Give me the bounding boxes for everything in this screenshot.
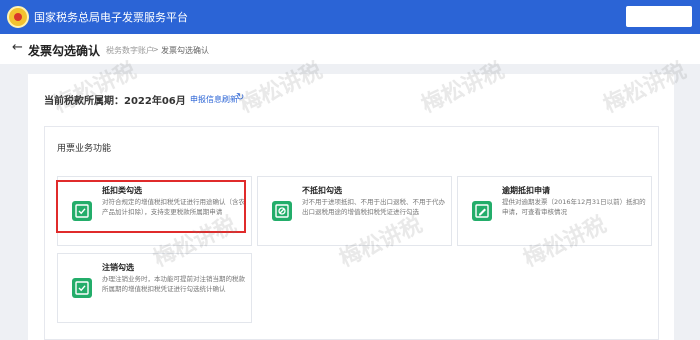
non-deductible-selection-card[interactable]: 不抵扣勾选 对不用于进项抵扣、不用于出口退税、不用于代办出口退税用途的增值税扣税… [257, 176, 452, 246]
overdue-deduction-card[interactable]: 逾期抵扣申请 提供对逾期发票（2016年12月31日以前）抵扣的申请，可查看审核… [457, 176, 652, 246]
breadcrumb-item-current: 发票勾选确认 [161, 46, 209, 55]
search-input[interactable] [626, 6, 692, 27]
function-panel: 用票业务功能 抵扣类勾选 对符合规定的增值税扣税凭证进行用途确认（含农产品加计扣… [44, 126, 659, 340]
block-document-icon [272, 201, 292, 221]
highlight-box [56, 180, 246, 233]
card-description: 对不用于进项抵扣、不用于出口退税、不用于代办出口退税用途的增值税扣税凭证进行勾选 [302, 198, 445, 216]
edit-document-icon [472, 201, 492, 221]
app-title: 国家税务总局电子发票服务平台 [34, 11, 188, 24]
card-description: 办理注销业务时，本功能可提前对注销当期的税款所属期的增值税扣税凭证进行勾选统计确… [102, 275, 245, 293]
card-title: 注销勾选 [102, 263, 134, 272]
breadcrumb-item-account[interactable]: 税务数字账户 [106, 45, 154, 56]
refresh-declaration-link[interactable]: 申报信息刷新 [190, 94, 238, 105]
check-document-icon [72, 278, 92, 298]
refresh-icon[interactable]: ↻ [236, 92, 244, 103]
card-title: 逾期抵扣申请 [502, 186, 550, 195]
cancellation-selection-card[interactable]: 注销勾选 办理注销业务时，本功能可提前对注销当期的税款所属期的增值税扣税凭证进行… [57, 253, 252, 323]
card-description: 提供对逾期发票（2016年12月31日以前）抵扣的申请，可查看审核情况 [502, 198, 646, 216]
function-panel-heading: 用票业务功能 [57, 144, 112, 154]
breadcrumb-separator: > [152, 45, 159, 54]
tax-emblem-icon [7, 6, 29, 28]
arrow-left-icon[interactable]: ← [12, 40, 23, 55]
tax-period-bar: 当前税款所属期：2022年06月 申报信息刷新 ↻ [40, 82, 662, 114]
tax-period-label: 当前税款所属期：2022年06月 [44, 96, 186, 107]
page-title: 发票勾选确认 [28, 44, 101, 58]
top-bar: 国家税务总局电子发票服务平台 [0, 0, 700, 34]
card-title: 不抵扣勾选 [302, 186, 342, 195]
page-header: ← 发票勾选确认 税务数字账户 > 发票勾选确认 [0, 34, 700, 64]
